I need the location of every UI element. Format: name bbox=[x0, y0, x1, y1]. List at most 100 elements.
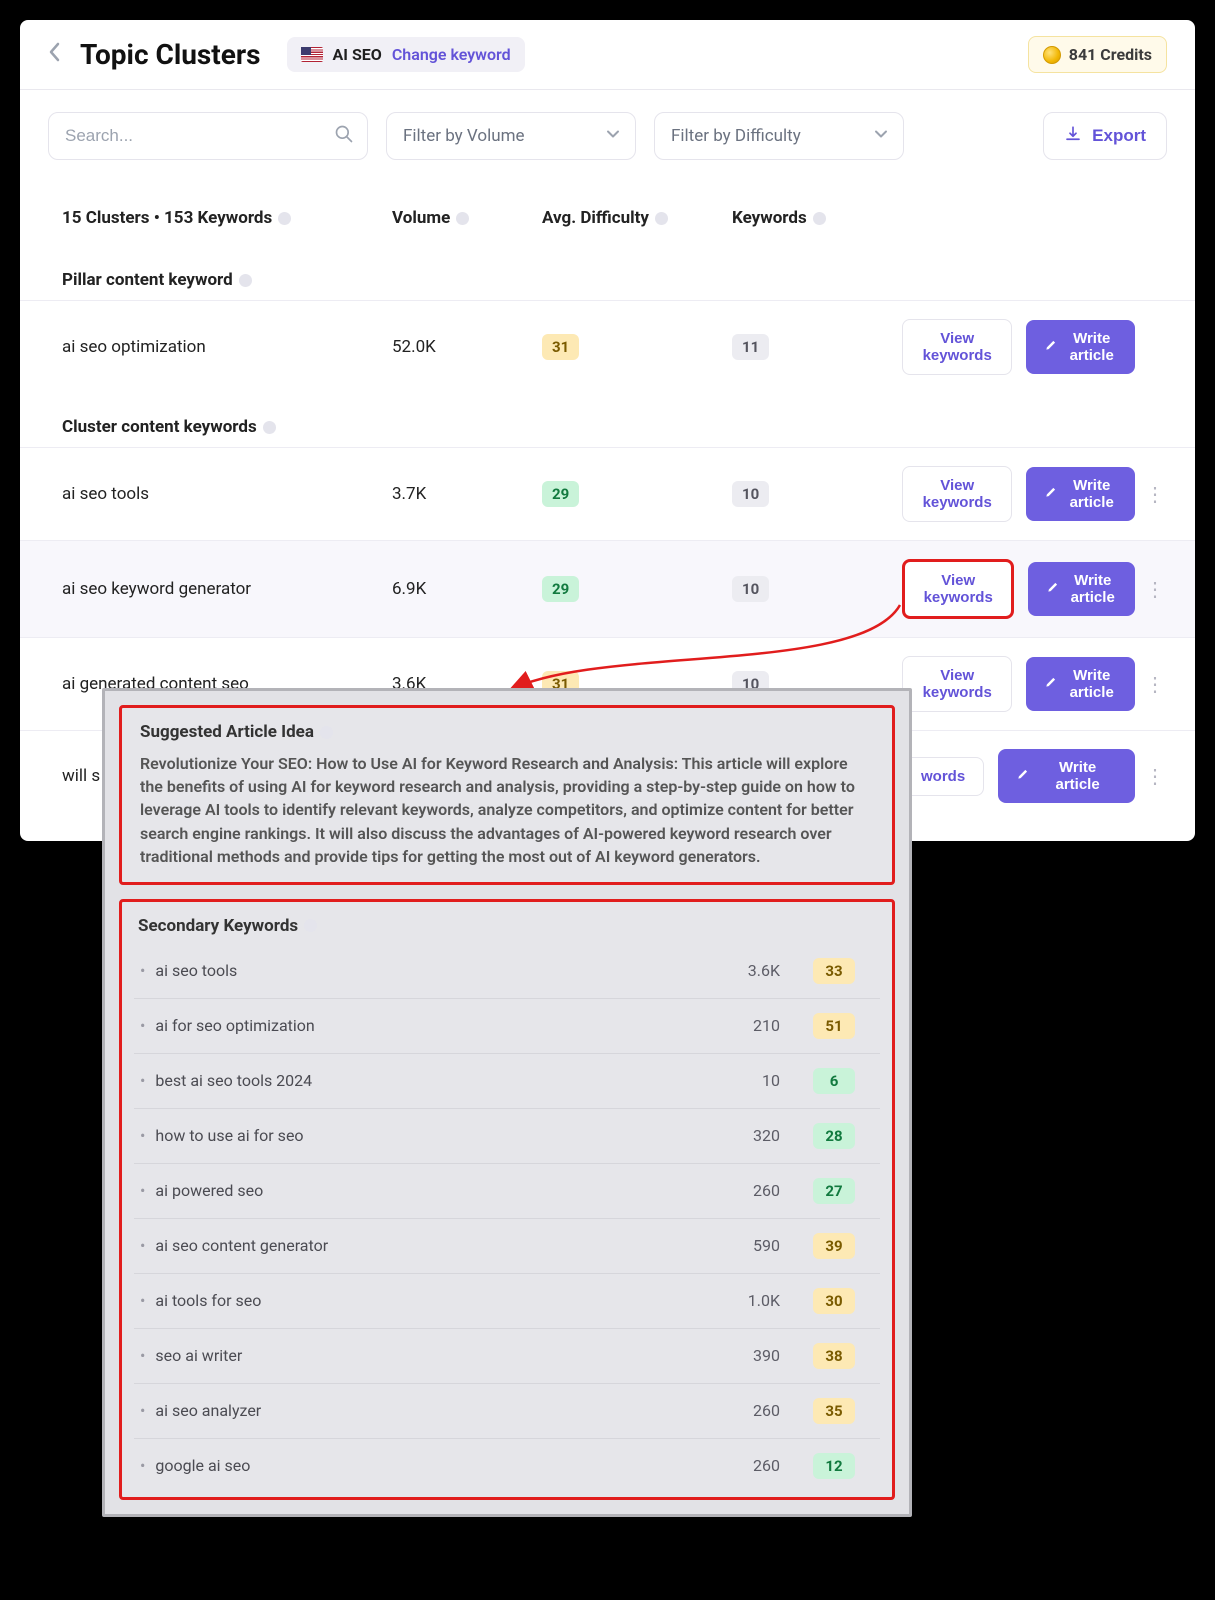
back-icon[interactable] bbox=[48, 41, 62, 69]
secondary-volume: 260 bbox=[704, 1456, 794, 1475]
header: Topic Clusters AI SEO Change keyword 841… bbox=[20, 20, 1195, 90]
secondary-difficulty: 51 bbox=[794, 1013, 874, 1039]
secondary-difficulty: 27 bbox=[794, 1178, 874, 1204]
keyword-detail-panel: Suggested Article Idea Revolutionize You… bbox=[102, 688, 912, 1517]
secondary-keyword-label: ai seo content generator bbox=[140, 1236, 704, 1255]
volume-cell: 6.9K bbox=[392, 579, 542, 599]
row-actions: View keywords Write article bbox=[902, 656, 1135, 712]
secondary-volume: 260 bbox=[704, 1401, 794, 1420]
pencil-icon bbox=[1016, 767, 1030, 785]
pillar-row: ai seo optimization 52.0K 31 11 View key… bbox=[20, 300, 1195, 393]
secondary-difficulty: 28 bbox=[794, 1123, 874, 1149]
write-article-button[interactable]: Write article bbox=[1026, 320, 1135, 374]
secondary-keyword-label: ai seo analyzer bbox=[140, 1401, 704, 1420]
col-volume: Volume bbox=[392, 208, 542, 228]
keyword-cell: ai seo tools bbox=[62, 484, 392, 504]
change-keyword-link[interactable]: Change keyword bbox=[392, 45, 511, 64]
view-keywords-button[interactable]: words bbox=[902, 757, 984, 796]
difficulty-cell: 29 bbox=[542, 576, 732, 602]
chevron-down-icon bbox=[605, 126, 621, 147]
write-label: Write article bbox=[1066, 477, 1117, 511]
difficulty-filter[interactable]: Filter by Difficulty bbox=[654, 112, 904, 160]
current-keyword: AI SEO bbox=[333, 45, 382, 64]
difficulty-badge: 38 bbox=[813, 1343, 855, 1369]
difficulty-badge: 30 bbox=[813, 1288, 855, 1314]
write-label: Write article bbox=[1066, 667, 1117, 701]
us-flag-icon bbox=[301, 47, 323, 62]
write-label: Write article bbox=[1038, 759, 1117, 793]
row-menu-icon[interactable]: ⋮ bbox=[1135, 577, 1175, 601]
secondary-difficulty: 38 bbox=[794, 1343, 874, 1369]
cluster-row: ai seo tools3.7K2910View keywordsWrite a… bbox=[20, 447, 1195, 540]
pencil-icon bbox=[1044, 675, 1058, 693]
volume-filter[interactable]: Filter by Volume bbox=[386, 112, 636, 160]
secondary-keyword-label: ai for seo optimization bbox=[140, 1016, 704, 1035]
keywords-count-cell: 11 bbox=[732, 334, 902, 360]
volume-cell: 52.0K bbox=[392, 337, 542, 357]
secondary-volume: 590 bbox=[704, 1236, 794, 1255]
secondary-volume: 390 bbox=[704, 1346, 794, 1365]
search-input[interactable] bbox=[48, 112, 368, 160]
write-article-button[interactable]: Write article bbox=[1026, 657, 1135, 711]
cluster-section-title: Cluster content keywords bbox=[20, 393, 1195, 447]
row-actions: View keywords Write article bbox=[902, 466, 1135, 522]
secondary-volume: 260 bbox=[704, 1181, 794, 1200]
difficulty-badge: 39 bbox=[813, 1233, 855, 1259]
view-keywords-button[interactable]: View keywords bbox=[902, 319, 1012, 375]
secondary-keyword-label: best ai seo tools 2024 bbox=[140, 1071, 704, 1090]
difficulty-cell: 31 bbox=[542, 334, 732, 360]
info-icon bbox=[813, 212, 826, 225]
secondary-volume: 210 bbox=[704, 1016, 794, 1035]
secondary-keyword-label: google ai seo bbox=[140, 1456, 704, 1475]
row-actions: words Write article bbox=[902, 749, 1135, 803]
info-icon bbox=[263, 421, 276, 434]
chevron-down-icon bbox=[873, 126, 889, 147]
difficulty-badge: 35 bbox=[813, 1398, 855, 1424]
coin-icon bbox=[1043, 46, 1061, 64]
difficulty-cell: 29 bbox=[542, 481, 732, 507]
write-article-button[interactable]: Write article bbox=[1026, 467, 1135, 521]
difficulty-badge: 27 bbox=[813, 1178, 855, 1204]
cluster-row: ai seo keyword generator6.9K2910View key… bbox=[20, 540, 1195, 637]
keywords-count-cell: 10 bbox=[732, 481, 902, 507]
difficulty-badge: 31 bbox=[542, 334, 579, 360]
info-icon bbox=[456, 212, 469, 225]
secondary-difficulty: 39 bbox=[794, 1233, 874, 1259]
credits-badge[interactable]: 841 Credits bbox=[1028, 36, 1167, 73]
keyword-pill: AI SEO Change keyword bbox=[287, 37, 525, 72]
secondary-volume: 320 bbox=[704, 1126, 794, 1145]
difficulty-badge: 29 bbox=[542, 481, 579, 507]
volume-filter-label: Filter by Volume bbox=[403, 126, 525, 146]
secondary-keyword-row: google ai seo26012 bbox=[134, 1438, 880, 1493]
write-article-button[interactable]: Write article bbox=[998, 749, 1135, 803]
secondary-difficulty: 33 bbox=[794, 958, 874, 984]
secondary-keyword-label: seo ai writer bbox=[140, 1346, 704, 1365]
page-title: Topic Clusters bbox=[80, 38, 261, 71]
view-keywords-button[interactable]: View keywords bbox=[902, 656, 1012, 712]
keywords-count-cell: 10 bbox=[732, 576, 902, 602]
secondary-keywords-title: Secondary Keywords bbox=[134, 910, 880, 944]
keyword-cell: ai seo keyword generator bbox=[62, 579, 392, 599]
write-label: Write article bbox=[1068, 572, 1117, 606]
secondary-keyword-label: ai tools for seo bbox=[140, 1291, 704, 1310]
row-menu-icon[interactable]: ⋮ bbox=[1135, 482, 1175, 506]
row-actions: View keywords Write article bbox=[902, 559, 1135, 619]
secondary-keyword-row: seo ai writer390 38 bbox=[134, 1328, 880, 1383]
secondary-difficulty: 35 bbox=[794, 1398, 874, 1424]
col-summary: 15 Clusters • 153 Keywords bbox=[62, 208, 392, 228]
download-icon bbox=[1064, 125, 1082, 148]
export-button[interactable]: Export bbox=[1043, 112, 1167, 160]
row-actions: View keywords Write article bbox=[902, 319, 1135, 375]
view-keywords-button[interactable]: View keywords bbox=[902, 559, 1014, 619]
write-article-button[interactable]: Write article bbox=[1028, 562, 1135, 616]
info-icon bbox=[239, 274, 252, 287]
write-label: Write article bbox=[1066, 330, 1117, 364]
secondary-keyword-row: ai for seo optimization21051 bbox=[134, 998, 880, 1053]
info-icon bbox=[304, 919, 317, 932]
row-menu-icon[interactable]: ⋮ bbox=[1135, 672, 1175, 696]
view-keywords-button[interactable]: View keywords bbox=[902, 466, 1012, 522]
row-menu-icon[interactable]: ⋮ bbox=[1135, 764, 1175, 788]
secondary-keyword-row: how to use ai for seo32028 bbox=[134, 1108, 880, 1163]
suggested-article-body: Revolutionize Your SEO: How to Use AI fo… bbox=[140, 752, 874, 868]
info-icon bbox=[320, 726, 333, 739]
